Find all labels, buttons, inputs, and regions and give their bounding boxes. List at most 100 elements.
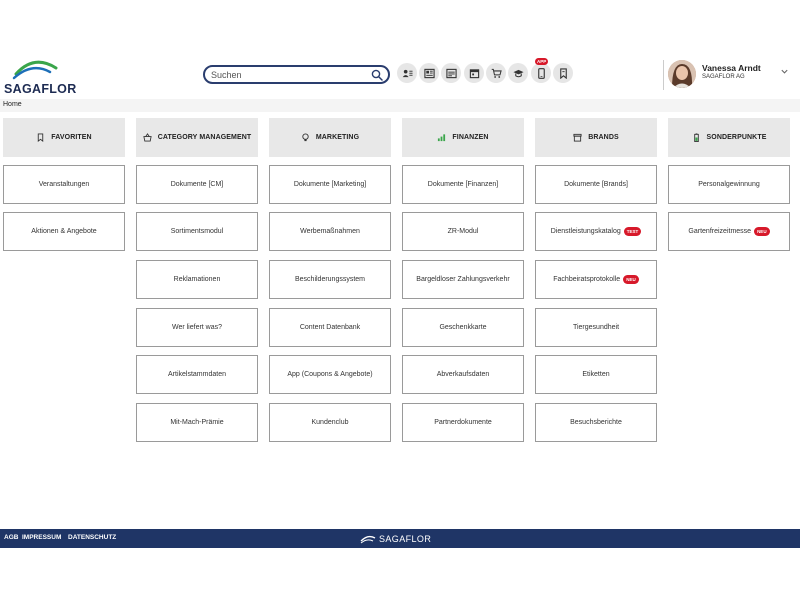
tile-label: Tiergesundheit	[572, 324, 620, 331]
column-header[interactable]: SONDERPUNKTE	[668, 118, 790, 157]
header: SAGAFLOR Suchen APP Vanessa Arndt SAGAFL…	[0, 50, 800, 96]
tile-label: App (Coupons & Angebote)	[287, 371, 373, 378]
tile-kundenclub[interactable]: Kundenclub	[269, 403, 391, 442]
tile-sortimentsmodul[interactable]: Sortimentsmodul	[136, 212, 258, 251]
tile-mit-mach-praemie[interactable]: Mit-Mach-Prämie	[136, 403, 258, 442]
column-finanzen: FINANZEN	[402, 118, 524, 157]
search-box[interactable]	[203, 65, 390, 84]
tile-aktionen-angebote[interactable]: Aktionen & Angebote	[3, 212, 125, 251]
calendar-icon	[469, 68, 479, 78]
logo-waves-icon	[12, 60, 58, 80]
news-button[interactable]	[419, 63, 439, 83]
chevron-down-icon[interactable]	[780, 67, 789, 76]
tile-gartenfreizeitmesse[interactable]: Gartenfreizeitmesse NEU	[668, 212, 790, 251]
tile-beschilderungssystem[interactable]: Beschilderungssystem	[269, 260, 391, 299]
tile-app-coupons[interactable]: App (Coupons & Angebote)	[269, 355, 391, 394]
cart-button[interactable]	[486, 63, 506, 83]
cart-icon	[491, 68, 502, 78]
tile-wer-liefert-was[interactable]: Wer liefert was?	[136, 308, 258, 347]
column-header[interactable]: BRANDS	[535, 118, 657, 157]
search-icon[interactable]	[371, 69, 383, 81]
tile-label: Partnerdokumente	[434, 419, 492, 426]
column-header[interactable]: FINANZEN	[402, 118, 524, 157]
column-category-management: CATEGORY MANAGEMENT	[136, 118, 258, 157]
footer-logo-text: SAGAFLOR	[379, 534, 432, 544]
column-title: MARKETING	[315, 134, 360, 141]
tile-dokumente-brands[interactable]: Dokumente [Brands]	[535, 165, 657, 204]
basket-icon	[143, 133, 152, 142]
breadcrumb-bar: Home	[0, 99, 800, 112]
tile-bargeldloser-zahlungsverkehr[interactable]: Bargeldloser Zahlungsverkehr	[402, 260, 524, 299]
contacts-button[interactable]	[397, 63, 417, 83]
bookmark-icon	[559, 67, 567, 79]
column-title: SONDERPUNKTE	[706, 134, 767, 141]
tile-reklamationen[interactable]: Reklamationen	[136, 260, 258, 299]
tile-label: Dokumente [Marketing]	[293, 181, 367, 188]
news-icon	[423, 68, 435, 78]
tile-label: Geschenkkarte	[439, 324, 487, 331]
column-header[interactable]: FAVORITEN	[3, 118, 125, 157]
tile-label: Fachbeiratsprotokolle	[553, 276, 621, 283]
tile-label: Aktionen & Angebote	[31, 228, 97, 235]
calendar-button[interactable]	[464, 63, 484, 83]
tile-fachbeiratsprotokolle[interactable]: Fachbeiratsprotokolle NEU	[535, 260, 657, 299]
tile-label: ZR-Modul	[447, 228, 479, 235]
app-badge: APP	[535, 58, 549, 65]
column-brands: BRANDS	[535, 118, 657, 157]
tile-label: Bargeldloser Zahlungsverkehr	[416, 276, 510, 283]
calendar-list-icon	[445, 68, 457, 78]
column-title: CATEGORY MANAGEMENT	[157, 134, 252, 141]
tile-abverkaufsdaten[interactable]: Abverkaufsdaten	[402, 355, 524, 394]
tile-content-datenbank[interactable]: Content Datenbank	[269, 308, 391, 347]
tile-dokumente-marketing[interactable]: Dokumente [Marketing]	[269, 165, 391, 204]
tile-dokumente-cm[interactable]: Dokumente [CM]	[136, 165, 258, 204]
tile-label: Abverkaufsdaten	[436, 371, 490, 378]
column-title: FAVORITEN	[51, 134, 92, 141]
avatar-photo-icon	[668, 60, 696, 88]
tile-label: Kundenclub	[311, 419, 349, 426]
footer-link-agb[interactable]: AGB	[4, 534, 18, 541]
logo-waves-icon	[360, 535, 376, 544]
search-input[interactable]	[211, 68, 371, 82]
footer-logo[interactable]: SAGAFLOR	[360, 533, 440, 545]
app-icon	[537, 67, 545, 79]
sagaflor-logo[interactable]: SAGAFLOR	[2, 56, 76, 96]
breadcrumb[interactable]: Home	[3, 101, 22, 108]
tile-label: Dokumente [Finanzen]	[427, 181, 499, 188]
tile-dokumente-finanzen[interactable]: Dokumente [Finanzen]	[402, 165, 524, 204]
test-badge: TEST	[623, 227, 642, 236]
tile-label: Reklamationen	[173, 276, 221, 283]
column-header[interactable]: CATEGORY MANAGEMENT	[136, 118, 258, 157]
footer-link-impressum[interactable]: IMPRESSUM	[22, 534, 61, 541]
academy-button[interactable]	[508, 63, 528, 83]
new-badge: NEU	[623, 275, 639, 284]
tile-label: Mit-Mach-Prämie	[170, 419, 224, 426]
column-sonderpunkte: SONDERPUNKTE	[668, 118, 790, 157]
tile-label: Dokumente [Brands]	[564, 181, 628, 188]
calendar-list-button[interactable]	[441, 63, 461, 83]
tile-dienstleistungskatalog[interactable]: Dienstleistungskatalog TEST	[535, 212, 657, 251]
store-icon	[573, 133, 582, 142]
tile-label: Personalgewinnung	[698, 181, 760, 188]
bar-chart-icon	[438, 134, 446, 142]
tile-label: Beschilderungssystem	[294, 276, 366, 283]
avatar[interactable]	[668, 60, 696, 88]
tile-tiergesundheit[interactable]: Tiergesundheit	[535, 308, 657, 347]
column-header[interactable]: MARKETING	[269, 118, 391, 157]
tile-partnerdokumente[interactable]: Partnerdokumente	[402, 403, 524, 442]
tile-personalgewinnung[interactable]: Personalgewinnung	[668, 165, 790, 204]
footer-link-datenschutz[interactable]: DATENSCHUTZ	[68, 534, 116, 541]
tile-artikelstammdaten[interactable]: Artikelstammdaten	[136, 355, 258, 394]
tile-veranstaltungen[interactable]: Veranstaltungen	[3, 165, 125, 204]
tile-label: Content Datenbank	[299, 324, 361, 331]
tile-zr-modul[interactable]: ZR-Modul	[402, 212, 524, 251]
tile-werbemassnahmen[interactable]: Werbemaßnahmen	[269, 212, 391, 251]
app-button[interactable]: APP	[531, 58, 551, 83]
tile-etiketten[interactable]: Etiketten	[535, 355, 657, 394]
tile-besuchsberichte[interactable]: Besuchsberichte	[535, 403, 657, 442]
bookmark-button[interactable]	[553, 63, 573, 83]
user-name[interactable]: Vanessa Arndt	[702, 63, 761, 73]
tile-label: Wer liefert was?	[171, 324, 223, 331]
column-favoriten: FAVORITEN	[3, 118, 125, 157]
tile-geschenkkarte[interactable]: Geschenkkarte	[402, 308, 524, 347]
